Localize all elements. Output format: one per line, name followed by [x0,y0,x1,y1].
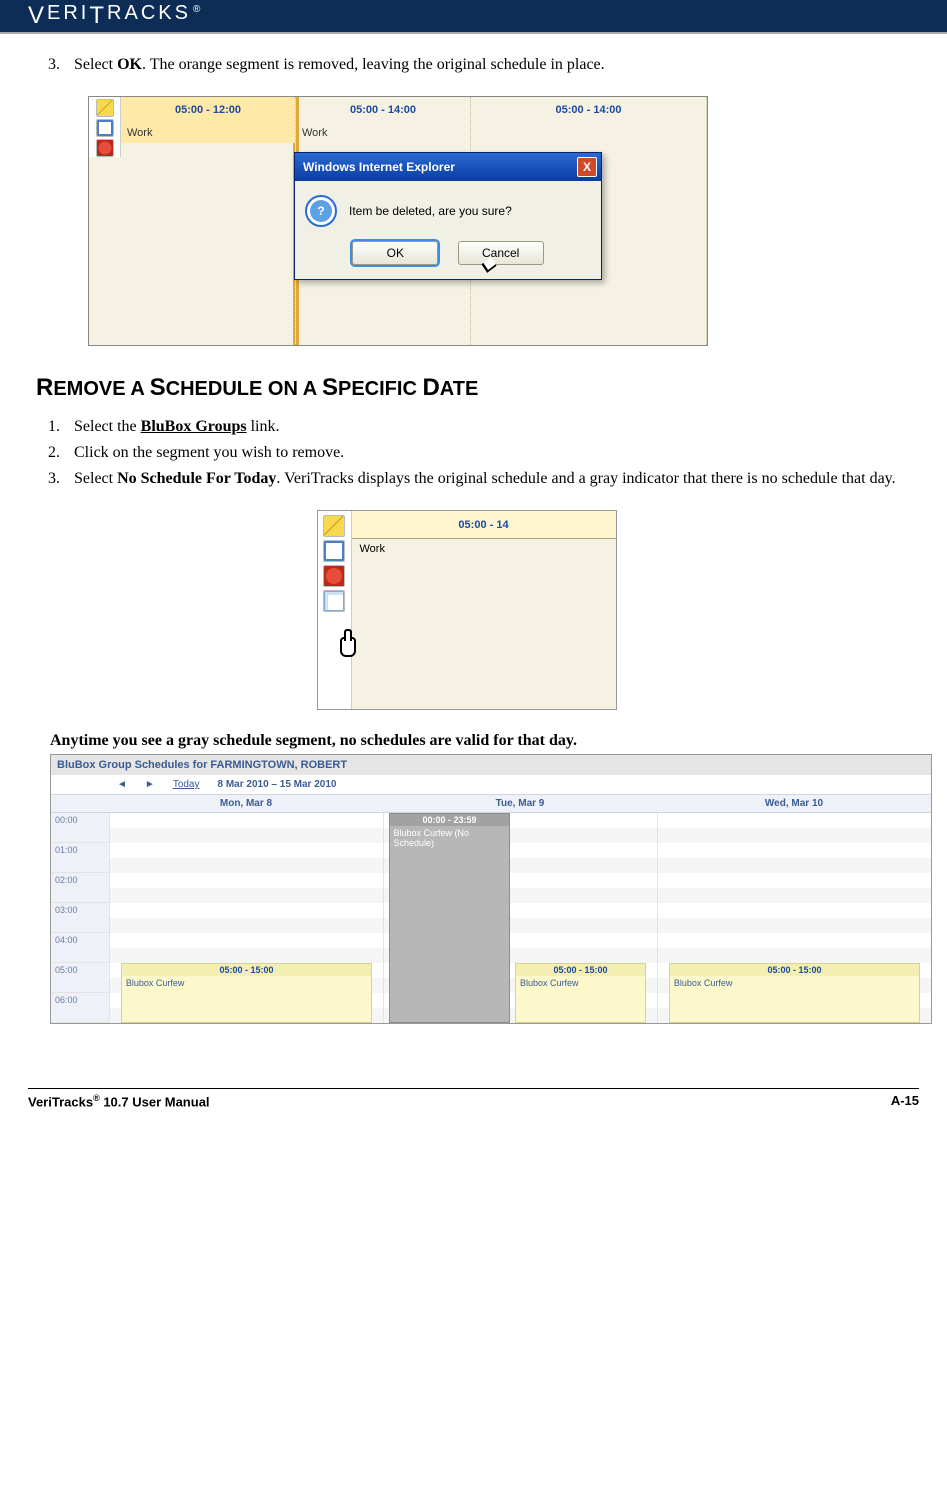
footer-product: VeriTracks [28,1094,93,1109]
col-header: 05:00 - 14:00 [471,97,706,123]
calendar-title: BluBox Group Schedules for FARMINGTOWN, … [51,755,931,775]
block-header: 05:00 - 15:00 [670,964,919,976]
registered-mark: ® [193,4,203,15]
day-headers: Mon, Mar 8 Tue, Mar 9 Wed, Mar 10 [51,794,931,813]
col-header: 05:00 - 14 [352,511,616,539]
today-link[interactable]: Today [173,779,200,790]
step-text: Click on the segment you wish to remove. [74,444,897,462]
col-body: Work [296,123,470,143]
step-text: Select OK. The orange segment is removed… [74,56,897,74]
hour-label: 00:00 [51,813,109,843]
registered-mark: ® [93,1093,100,1103]
ordered-steps: 1. Select the BluBox Groups link. 2. Cli… [36,418,897,488]
confirm-dialog: Windows Internet Explorer X ? Item be de… [294,152,602,280]
hour-label: 02:00 [51,873,109,903]
step-1: 1. Select the BluBox Groups link. [36,418,897,436]
text-fragment: Select [74,56,117,73]
text-fragment: . The orange segment is removed, leaving… [142,56,605,73]
col-header: 05:00 - 12:00 [121,97,295,123]
schedule-block[interactable]: 05:00 - 15:00 Blubox Curfew [669,963,920,1023]
day-wed: Wed, Mar 10 [657,795,931,812]
block-body: Blubox Curfew (No Schedule) [390,826,508,850]
step-3-intro: 3. Select OK. The orange segment is remo… [36,56,897,74]
col-header: 05:00 - 14:00 [296,97,470,123]
step-3: 3. Select No Schedule For Today. VeriTra… [36,470,897,488]
text-fragment: link. [247,418,280,435]
text-fragment: Select the [74,418,141,435]
toolbar [318,511,352,709]
col-body: Work [121,123,295,143]
figure-confirm-dialog: 05:00 - 12:00 Work 05:00 - 14:00 Work 05… [88,96,708,346]
text-fragment: . VeriTracks displays the original sched… [276,470,895,487]
step-number: 2. [36,444,74,462]
block-header: 05:00 - 15:00 [516,964,645,976]
hour-label: 04:00 [51,933,109,963]
calendar-grid: 00:00 01:00 02:00 03:00 04:00 05:00 06:0… [51,813,931,1023]
pencil-icon [96,99,114,117]
dialog-buttons: OK Cancel [295,235,601,279]
step-number: 3. [36,56,74,74]
bold-ok: OK [117,56,142,73]
block-body: Blubox Curfew [516,976,645,990]
day-tue: Tue, Mar 9 [383,795,657,812]
hour-label: 05:00 [51,963,109,993]
col-body: Work [352,539,616,709]
bold-no-schedule: No Schedule For Today [117,470,276,487]
pencil-icon [323,515,345,537]
question-icon: ? [305,195,337,227]
block-header: 05:00 - 15:00 [122,964,371,976]
page-footer: VeriTracks® 10.7 User Manual A-15 [28,1088,919,1109]
dialog-message: Item be deleted, are you sure? [349,204,512,218]
col-body [471,123,706,131]
column-1: 05:00 - 12:00 Work [121,97,296,345]
note-text: Anytime you see a gray schedule segment,… [50,732,897,750]
step-number: 3. [36,470,74,488]
figure-calendar: BluBox Group Schedules for FARMINGTOWN, … [50,754,932,1024]
dialog-title: Windows Internet Explorer [303,160,455,174]
time-axis: 00:00 01:00 02:00 03:00 04:00 05:00 06:0… [51,813,109,1023]
schedule-block[interactable]: 05:00 - 15:00 Blubox Curfew [121,963,372,1023]
delete-icon [96,139,114,157]
question-mark: ? [310,200,332,222]
close-icon[interactable]: X [577,157,597,177]
no-schedule-icon[interactable] [323,590,345,612]
hour-label: 06:00 [51,993,109,1023]
document-header: VVERITRACKSERITRACKS® [0,0,947,34]
footer-left: VeriTracks® 10.7 User Manual [28,1093,210,1109]
calendar-icon [96,119,114,137]
toolbar [89,97,121,157]
prev-arrow-icon[interactable]: ◄ [117,779,127,790]
day-col-tue: 00:00 - 23:59 Blubox Curfew (No Schedule… [383,813,657,1023]
date-range: 8 Mar 2010 – 15 Mar 2010 [218,779,337,790]
block-body: Blubox Curfew [122,976,371,990]
dialog-body: ? Item be deleted, are you sure? [295,181,601,235]
footer-manual: 10.7 User Manual [100,1094,210,1109]
next-arrow-icon[interactable]: ► [145,779,155,790]
step-2: 2. Click on the segment you wish to remo… [36,444,897,462]
no-schedule-block[interactable]: 00:00 - 23:59 Blubox Curfew (No Schedule… [389,813,509,1023]
dialog-titlebar: Windows Internet Explorer X [295,153,601,181]
logo: VVERITRACKSERITRACKS® [28,2,203,30]
section-heading: REMOVE A SCHEDULE ON A SPECIFIC DATE Rem… [36,374,897,402]
calendar-nav: ◄ ► Today 8 Mar 2010 – 15 Mar 2010 [51,775,931,794]
hour-label: 03:00 [51,903,109,933]
page-number: A-15 [891,1093,919,1109]
day-col-wed: 05:00 - 15:00 Blubox Curfew [657,813,931,1023]
block-body: Blubox Curfew [670,976,919,990]
hand-cursor-icon [332,629,360,659]
figure-toolbar-hover: 05:00 - 14 Work [317,510,617,710]
schedule-block[interactable]: 05:00 - 15:00 Blubox Curfew [515,963,646,1023]
day-col-mon: 05:00 - 15:00 Blubox Curfew [109,813,383,1023]
calendar-icon [323,540,345,562]
ok-button[interactable]: OK [352,241,438,265]
block-header: 00:00 - 23:59 [390,814,508,826]
link-blubox-groups: BluBox Groups [141,418,247,435]
hour-label: 01:00 [51,843,109,873]
cursor-icon [476,259,492,279]
step-number: 1. [36,418,74,436]
day-mon: Mon, Mar 8 [109,795,383,812]
cancel-button[interactable]: Cancel [458,241,544,265]
text-fragment: Select [74,470,117,487]
delete-icon [323,565,345,587]
